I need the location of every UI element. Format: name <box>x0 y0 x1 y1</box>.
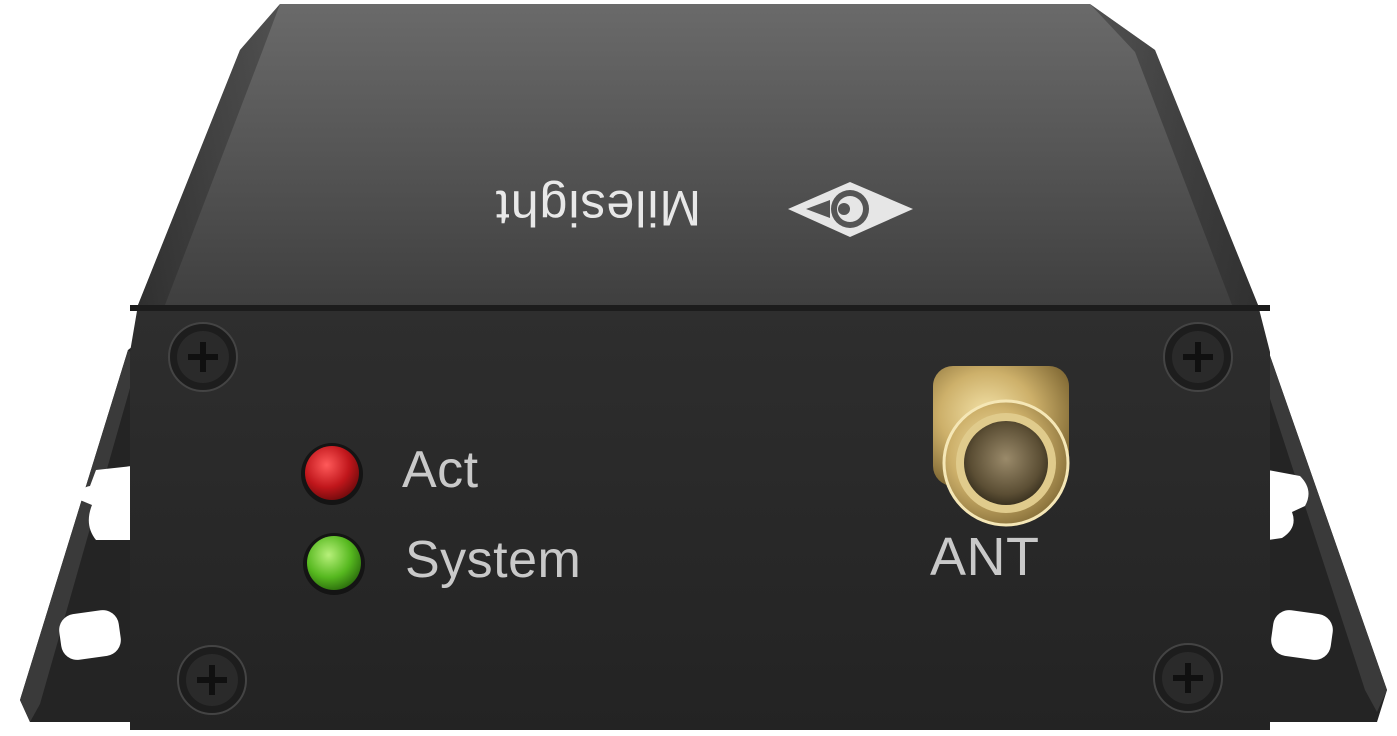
brand-text: Milesight <box>494 180 702 236</box>
act-led-label: Act <box>402 441 479 499</box>
screw-icon <box>1163 322 1233 392</box>
top-panel <box>138 4 1258 305</box>
system-led <box>303 533 365 595</box>
screw-icon <box>177 645 247 715</box>
screw-icon <box>1153 643 1223 713</box>
act-led <box>301 443 363 505</box>
antenna-connector-label: ANT <box>930 527 1040 587</box>
screw-icon <box>168 322 238 392</box>
front-panel <box>130 305 1270 730</box>
system-led-label: System <box>405 531 582 589</box>
device-illustration <box>20 4 1387 730</box>
